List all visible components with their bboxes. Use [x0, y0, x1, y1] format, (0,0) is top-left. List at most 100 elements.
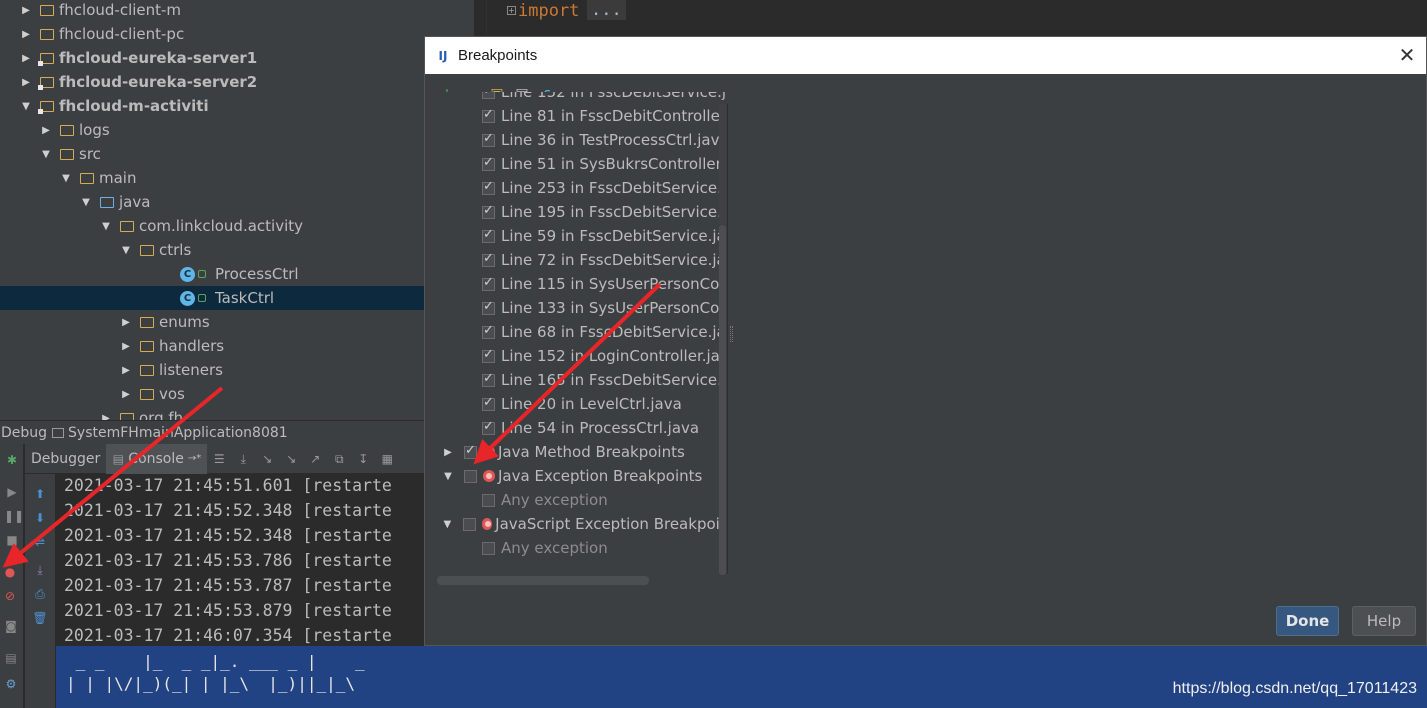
breakpoint-checkbox[interactable]: [482, 299, 495, 315]
breakpoint-item[interactable]: Line 59 in FsscDebitService.jav: [436, 224, 726, 248]
collapsed-arrow-icon[interactable]: ▶: [20, 28, 32, 40]
tree-node[interactable]: ▶ vos: [0, 382, 474, 406]
collapsed-arrow-icon[interactable]: ▶: [20, 52, 32, 64]
scrollbar-track[interactable]: [719, 104, 726, 224]
soft-wrap-icon[interactable]: ⇌: [32, 534, 48, 550]
folded-imports[interactable]: ...: [587, 0, 626, 20]
force-step-into-icon[interactable]: ↘: [283, 451, 299, 467]
tree-node[interactable]: ▶ fhcloud-eureka-server2: [0, 70, 474, 94]
stop-icon[interactable]: ■: [4, 532, 20, 548]
tree-node[interactable]: ▶ org.fh: [0, 406, 474, 420]
collapsed-arrow-icon[interactable]: ▶: [120, 364, 132, 376]
breakpoint-checkbox[interactable]: [482, 107, 495, 123]
breakpoint-item[interactable]: Line 195 in FsscDebitService.ja: [436, 200, 726, 224]
breakpoint-checkbox[interactable]: [482, 395, 495, 411]
breakpoint-item[interactable]: Any exception: [436, 536, 726, 560]
collapsed-arrow-icon[interactable]: ▶: [20, 76, 32, 88]
editor-area[interactable]: [486, 0, 1427, 36]
breakpoint-item[interactable]: Line 20 in LevelCtrl.java: [436, 392, 726, 416]
resume-icon[interactable]: ▶: [4, 484, 20, 500]
collapsed-arrow-icon[interactable]: ▶: [120, 340, 132, 352]
breakpoint-item[interactable]: Any exception: [436, 488, 726, 512]
collapsed-arrow-icon[interactable]: ▶: [120, 316, 132, 328]
breakpoint-checkbox[interactable]: [462, 517, 476, 531]
collapsed-arrow-icon[interactable]: ▶: [442, 447, 454, 458]
breakpoint-checkbox[interactable]: [482, 275, 495, 291]
tree-node[interactable]: ▼ main: [0, 166, 474, 190]
drop-frame-icon[interactable]: ⧉: [331, 451, 347, 467]
breakpoint-checkbox[interactable]: [482, 131, 495, 147]
breakpoint-checkbox[interactable]: [482, 179, 495, 195]
show-execution-point-icon[interactable]: ☰: [211, 451, 227, 467]
step-into-icon[interactable]: ↘: [259, 451, 275, 467]
camera-icon[interactable]: ◙: [3, 618, 19, 634]
tree-node[interactable]: ▶ logs: [0, 118, 474, 142]
expanded-arrow-icon[interactable]: ▼: [80, 196, 92, 208]
tree-node[interactable]: ▶ listeners: [0, 358, 474, 382]
breakpoint-checkbox[interactable]: [482, 347, 495, 363]
breakpoint-checkbox[interactable]: [464, 443, 477, 459]
breakpoint-item[interactable]: Line 51 in SysBukrsController.j: [436, 152, 726, 176]
expanded-arrow-icon[interactable]: ▼: [40, 148, 52, 160]
run-to-cursor-icon[interactable]: ↧: [355, 451, 371, 467]
view-breakpoints-icon[interactable]: ●: [2, 564, 18, 580]
collapsed-arrow-icon[interactable]: ▶: [120, 388, 132, 400]
evaluate-icon[interactable]: ▦: [379, 451, 395, 467]
breakpoint-item[interactable]: Line 54 in ProcessCtrl.java: [436, 416, 726, 440]
breakpoint-checkbox[interactable]: [482, 493, 495, 507]
tree-node[interactable]: ▶ fhcloud-client-m: [0, 0, 474, 22]
collapsed-arrow-icon[interactable]: ▶: [100, 412, 112, 421]
horizontal-scrollbar-thumb[interactable]: [437, 576, 649, 585]
clear-all-icon[interactable]: 🗑: [32, 610, 48, 626]
settings-icon[interactable]: ⚙: [3, 676, 19, 692]
tree-node[interactable]: ▶ fhcloud-eureka-server1: [0, 46, 474, 70]
breakpoint-item[interactable]: Line 152 in LoginController.jav: [436, 344, 726, 368]
tree-node[interactable]: ▼ fhcloud-m-activiti: [0, 94, 474, 118]
breakpoint-item[interactable]: Line 133 in SysUserPersonCor: [436, 296, 726, 320]
fold-toggle-icon[interactable]: +: [507, 6, 516, 15]
run-config-name[interactable]: SystemFHmainApplication8081: [68, 425, 288, 441]
breakpoint-item[interactable]: Line 72 in FsscDebitService.jav: [436, 248, 726, 272]
expanded-arrow-icon[interactable]: ▼: [20, 100, 32, 112]
step-over-icon[interactable]: ⤓: [235, 451, 251, 467]
breakpoint-checkbox[interactable]: [482, 419, 495, 435]
breakpoint-checkbox[interactable]: [482, 251, 495, 267]
breakpoint-checkbox[interactable]: [482, 203, 495, 219]
debug-bug-icon[interactable]: ✱: [4, 452, 20, 468]
breakpoint-item[interactable]: Line 68 in FsscDebitService.jav: [436, 320, 726, 344]
breakpoint-checkbox[interactable]: [482, 92, 495, 99]
help-button[interactable]: Help: [1352, 606, 1416, 636]
splitter-handle[interactable]: [730, 326, 733, 342]
collapsed-arrow-icon[interactable]: ▶: [40, 124, 52, 136]
tree-node[interactable]: ▼ src: [0, 142, 474, 166]
expanded-arrow-icon[interactable]: ▼: [442, 519, 453, 530]
tab-console[interactable]: ▤ Console →*: [106, 443, 208, 474]
breakpoint-checkbox[interactable]: [482, 227, 495, 243]
console-output[interactable]: 2021-03-17 21:45:51.601 [restarte 2021-03…: [56, 474, 430, 646]
breakpoint-checkbox[interactable]: [482, 371, 495, 387]
tree-node[interactable]: ▶ fhcloud-client-pc: [0, 22, 474, 46]
mute-breakpoints-icon[interactable]: ⊘: [2, 588, 18, 604]
breakpoint-group[interactable]: ▶ Java Method Breakpoints: [436, 440, 726, 464]
breakpoint-item[interactable]: Line 253 in FsscDebitService.ja: [436, 176, 726, 200]
tree-node[interactable]: C TaskCtrl: [0, 286, 474, 310]
breakpoint-group[interactable]: ▼ Java Exception Breakpoints: [436, 464, 726, 488]
expanded-arrow-icon[interactable]: ▼: [100, 220, 112, 232]
breakpoint-item[interactable]: Line 165 in FsscDebitService.jav: [436, 368, 726, 392]
done-button[interactable]: Done: [1276, 606, 1339, 636]
print-icon[interactable]: ⎙: [32, 586, 48, 602]
tree-node[interactable]: ▶ enums: [0, 310, 474, 334]
breakpoint-checkbox[interactable]: [482, 155, 495, 171]
step-out-icon[interactable]: ↗: [307, 451, 323, 467]
scroll-to-end-icon[interactable]: ⤓: [32, 562, 48, 578]
expanded-arrow-icon[interactable]: ▼: [120, 244, 132, 256]
breakpoint-item[interactable]: Line 36 in TestProcessCtrl.java: [436, 128, 726, 152]
close-icon[interactable]: ✕: [1396, 44, 1418, 66]
tree-node[interactable]: C ProcessCtrl: [0, 262, 474, 286]
tab-debugger[interactable]: Debugger: [25, 444, 106, 474]
breakpoint-checkbox[interactable]: [482, 541, 495, 555]
breakpoint-checkbox[interactable]: [464, 469, 477, 483]
breakpoints-list[interactable]: Line 152 in FsscDebitService.ja Line 81 i…: [436, 92, 726, 572]
tree-node[interactable]: ▼ com.linkcloud.activity: [0, 214, 474, 238]
breakpoint-group[interactable]: ▼ JavaScript Exception Breakpoir: [436, 512, 726, 536]
